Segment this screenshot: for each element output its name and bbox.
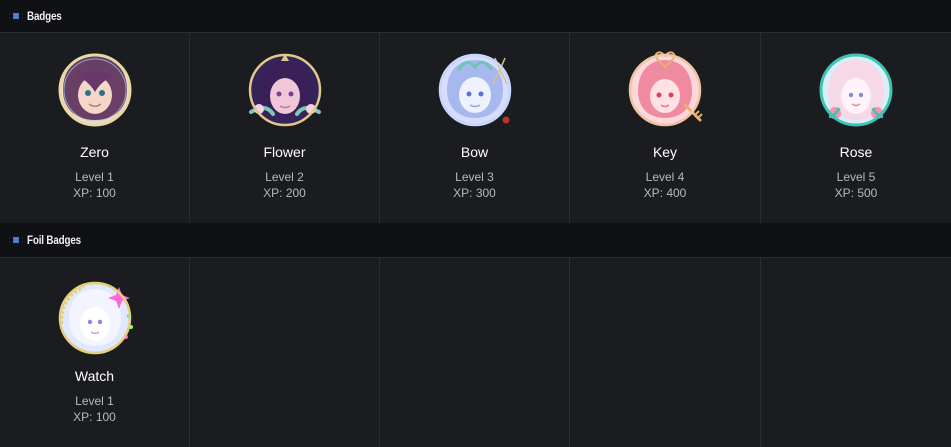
watch-badge-icon — [58, 281, 133, 355]
bow-badge-icon — [438, 53, 511, 127]
flower-badge-icon — [248, 53, 321, 127]
badge-name: Zero — [80, 144, 109, 160]
badges-grid: Zero Level 1 XP: 100 Flower Level 2 XP: … — [0, 33, 951, 223]
badge-name: Flower — [263, 144, 306, 160]
badge-level: Level 1 — [75, 394, 114, 408]
section-title: Foil Badges — [27, 233, 81, 247]
foil-badges-section-header: Foil Badges — [0, 223, 951, 258]
zero-badge-icon — [58, 53, 131, 127]
empty-badge-slot — [380, 258, 570, 447]
badge-card-zero[interactable]: Zero Level 1 XP: 100 — [0, 33, 190, 223]
badge-level: Level 1 — [75, 170, 114, 184]
badge-name: Watch — [74, 368, 115, 384]
section-marker-icon — [13, 237, 19, 243]
empty-badge-slot — [190, 258, 380, 447]
badge-level: Level 2 — [265, 170, 304, 184]
badge-xp: XP: 300 — [453, 186, 496, 200]
badge-name: Bow — [460, 144, 489, 160]
section-title: Badges — [27, 9, 62, 23]
badge-level: Level 4 — [645, 170, 685, 184]
badge-xp: XP: 400 — [643, 186, 687, 200]
section-marker-icon — [13, 13, 19, 19]
badge-card-watch[interactable]: Watch Level 1 XP: 100 — [0, 258, 190, 447]
badge-card-bow[interactable]: Bow Level 3 XP: 300 — [380, 33, 570, 223]
badge-card-rose[interactable]: Rose Level 5 XP: 500 — [761, 33, 951, 223]
badge-card-flower[interactable]: Flower Level 2 XP: 200 — [190, 33, 380, 223]
badges-page: Badges Zero Level 1 XP: 100 Flower Level… — [0, 0, 951, 447]
key-badge-icon — [628, 51, 703, 127]
foil-badges-grid: Watch Level 1 XP: 100 — [0, 258, 951, 447]
badge-card-key[interactable]: Key Level 4 XP: 400 — [570, 33, 761, 223]
badge-name: Rose — [839, 144, 873, 160]
empty-badge-slot — [761, 258, 951, 447]
badge-name: Key — [652, 144, 678, 160]
badge-xp: XP: 200 — [263, 186, 306, 200]
badge-level: Level 3 — [455, 170, 494, 184]
empty-badge-slot — [570, 258, 761, 447]
rose-badge-icon — [819, 53, 893, 127]
badge-xp: XP: 100 — [73, 410, 116, 424]
badge-level: Level 5 — [836, 170, 876, 184]
badge-xp: XP: 500 — [834, 186, 878, 200]
badge-xp: XP: 100 — [73, 186, 116, 200]
badges-section-header: Badges — [0, 0, 951, 33]
